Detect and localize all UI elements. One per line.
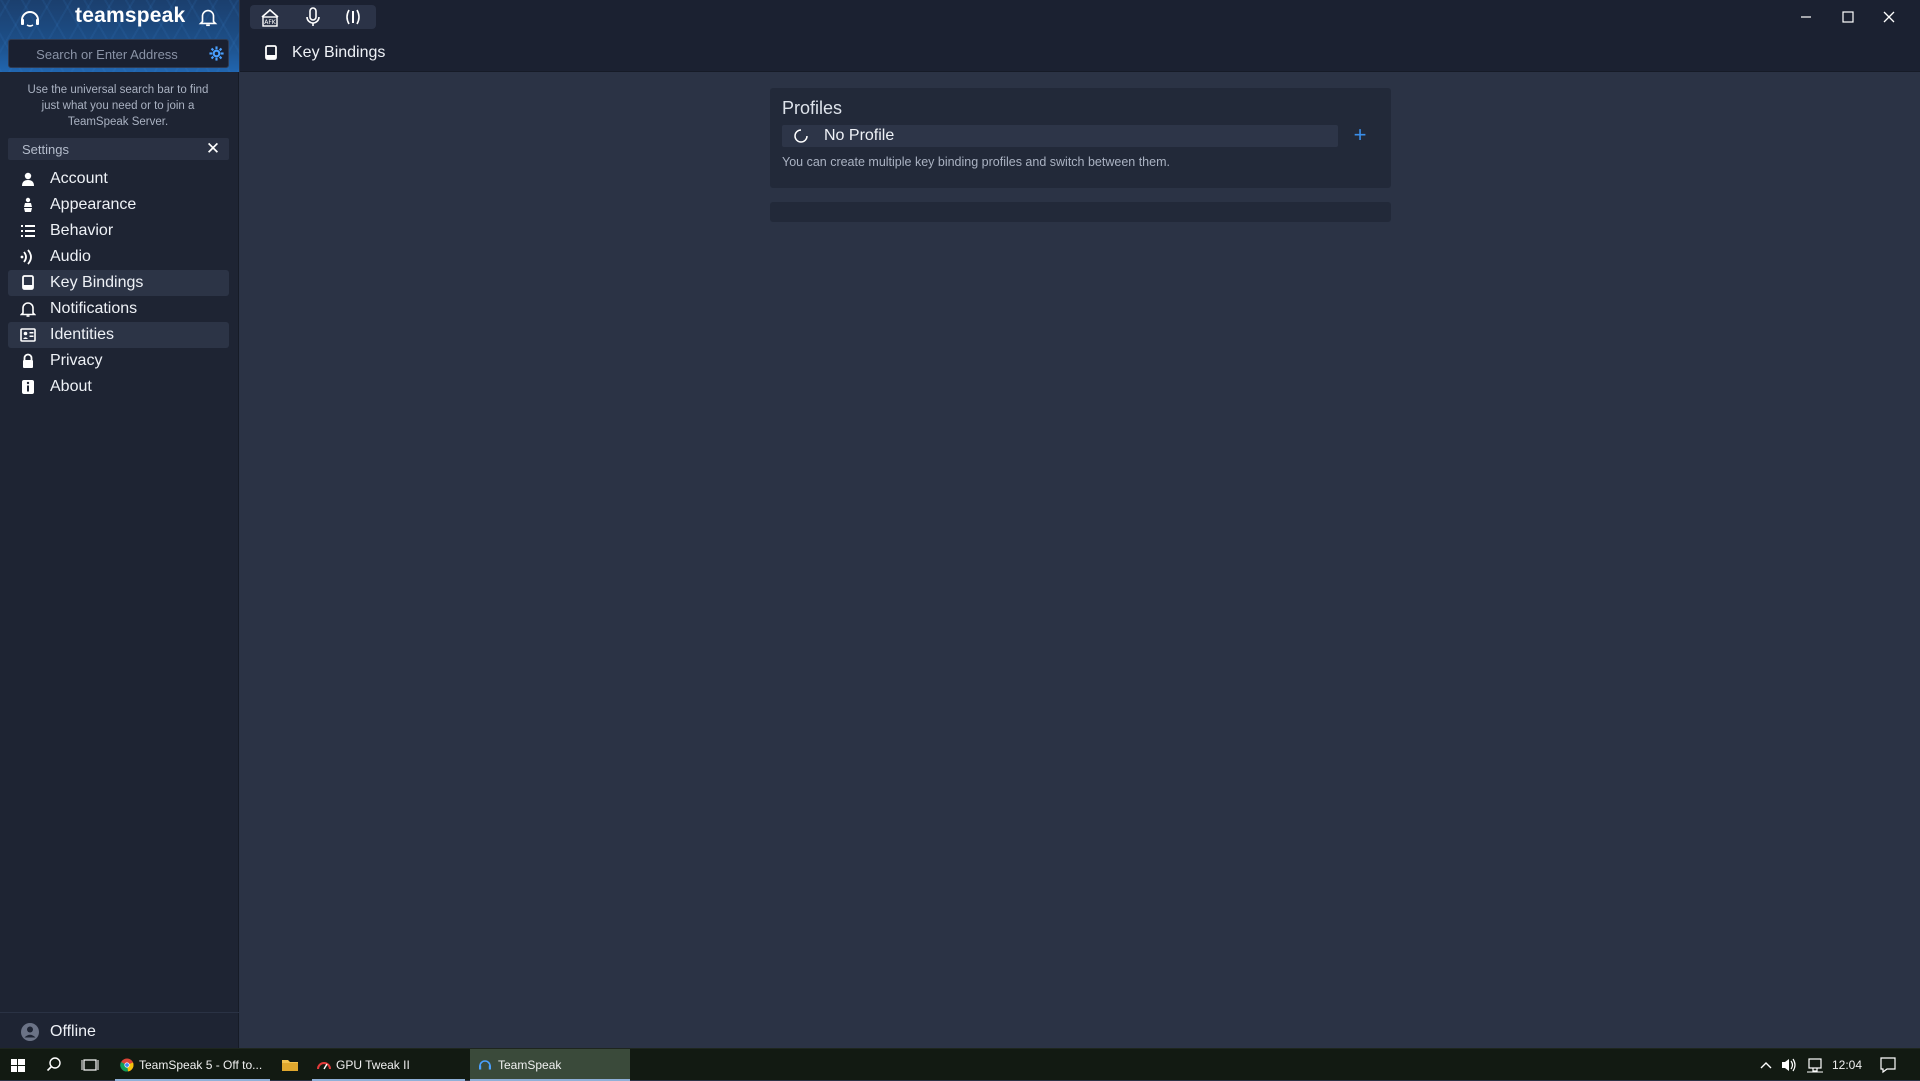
nav-item-label: Notifications — [50, 300, 138, 317]
settings-header-label: Settings — [22, 142, 69, 157]
lock-icon — [23, 353, 33, 368]
task-view-icon[interactable] — [80, 1049, 100, 1081]
key-bindings-icon — [22, 275, 34, 290]
nav-item-audio[interactable]: Audio — [8, 244, 229, 270]
profile-circle-icon — [794, 129, 808, 143]
speaker-icon[interactable] — [342, 7, 364, 27]
bell-icon — [20, 302, 36, 317]
audio-icon — [20, 249, 32, 265]
nav-item-appearance[interactable]: Appearance — [8, 192, 229, 218]
nav-item-behavior[interactable]: Behavior — [8, 218, 229, 244]
top-toolbar: AFK — [240, 0, 1920, 34]
nav-item-label: Identities — [50, 326, 115, 343]
file-explorer-icon[interactable] — [280, 1049, 300, 1081]
profiles-title: Profiles — [782, 98, 843, 118]
taskbar-app-gpu-tweak[interactable]: GPU Tweak II — [312, 1049, 465, 1081]
teamspeak-icon — [479, 1060, 491, 1070]
windows-start-icon[interactable] — [8, 1049, 28, 1081]
chrome-icon — [120, 1058, 134, 1072]
search-input[interactable] — [17, 43, 197, 65]
nav-item-label: Key Bindings — [50, 274, 144, 291]
nav-item-key-bindings[interactable]: Key Bindings — [8, 270, 229, 296]
maximize-icon[interactable] — [1836, 5, 1860, 29]
profile-selector[interactable]: No Profile — [782, 125, 1338, 147]
user-icon — [22, 172, 34, 186]
page-title: Key Bindings — [292, 44, 386, 61]
nav-item-label: Account — [50, 170, 108, 187]
brand-header: teamspeak — [0, 0, 239, 72]
nav-item-label: Behavior — [50, 222, 114, 239]
search-box — [8, 39, 229, 68]
search-icon[interactable] — [44, 1049, 64, 1081]
action-center-icon[interactable] — [1878, 1049, 1898, 1081]
microphone-icon[interactable] — [302, 7, 324, 27]
add-profile-button[interactable]: + — [1350, 123, 1370, 147]
sidebar: teamspeak Use the universal search bar t… — [0, 0, 239, 1048]
close-settings-button[interactable]: ✕ — [204, 140, 222, 158]
connection-status[interactable]: Offline — [0, 1012, 239, 1048]
network-icon[interactable] — [1806, 1049, 1824, 1081]
nav-item-label: Audio — [50, 248, 91, 265]
nav-item-label: Appearance — [50, 196, 137, 213]
info-icon — [22, 380, 34, 394]
profiles-description: You can create multiple key binding prof… — [782, 155, 1170, 169]
page-header: Key Bindings — [240, 34, 1920, 72]
key-bindings-icon — [265, 45, 277, 60]
nav-item-label: About — [50, 378, 92, 395]
nav-item-privacy[interactable]: Privacy — [8, 348, 229, 374]
search-hint: Use the universal search bar to find jus… — [27, 84, 209, 128]
chevron-up-icon[interactable] — [1758, 1049, 1774, 1081]
selected-profile: No Profile — [824, 127, 895, 144]
taskbar-app-label: TeamSpeak — [498, 1058, 562, 1072]
nav-item-label: Privacy — [50, 352, 103, 369]
close-icon[interactable] — [1877, 5, 1901, 29]
nav-item-about[interactable]: About — [8, 374, 229, 400]
taskbar-app-teamspeak[interactable]: TeamSpeak — [470, 1049, 630, 1081]
teamspeak-window: teamspeak Use the universal search bar t… — [0, 0, 1920, 1048]
profiles-panel: Profiles No Profile + You can create mul… — [770, 88, 1391, 188]
settings-header: Settings ✕ — [8, 138, 229, 160]
gpu-tweak-icon — [317, 1062, 331, 1070]
minimize-icon[interactable] — [1794, 5, 1818, 29]
windows-taskbar: TeamSpeak 5 - Off to... GPU Tweak II Tea… — [0, 1048, 1920, 1081]
teamspeak-logo-icon[interactable] — [18, 6, 42, 30]
nav-item-account[interactable]: Account — [8, 166, 229, 192]
taskbar-app-label: GPU Tweak II — [336, 1058, 410, 1072]
clock-time[interactable]: 12:04 — [1832, 1058, 1862, 1072]
identity-card-icon — [20, 328, 36, 342]
nav-item-identities[interactable]: Identities — [8, 322, 229, 348]
notifications-bell-icon[interactable] — [197, 6, 219, 28]
appearance-icon — [24, 197, 32, 212]
taskbar-app-label: TeamSpeak 5 - Off to... — [139, 1058, 263, 1072]
settings-nav: Account Appearance Behavior Audio Key Bi… — [8, 166, 229, 400]
key-bindings-list — [770, 202, 1391, 222]
taskbar-app-chrome[interactable]: TeamSpeak 5 - Off to... — [115, 1049, 270, 1081]
offline-avatar-icon — [21, 1023, 39, 1041]
volume-icon[interactable] — [1780, 1049, 1798, 1081]
away-status-icon[interactable]: AFK — [259, 7, 281, 27]
svg-text:AFK: AFK — [264, 19, 277, 26]
list-icon — [21, 225, 35, 237]
nav-item-notifications[interactable]: Notifications — [8, 296, 229, 322]
audio-toolgroup: AFK — [250, 5, 376, 29]
brand-name: teamspeak — [75, 4, 186, 27]
status-label: Offline — [50, 1023, 96, 1040]
gear-icon[interactable] — [208, 45, 225, 62]
